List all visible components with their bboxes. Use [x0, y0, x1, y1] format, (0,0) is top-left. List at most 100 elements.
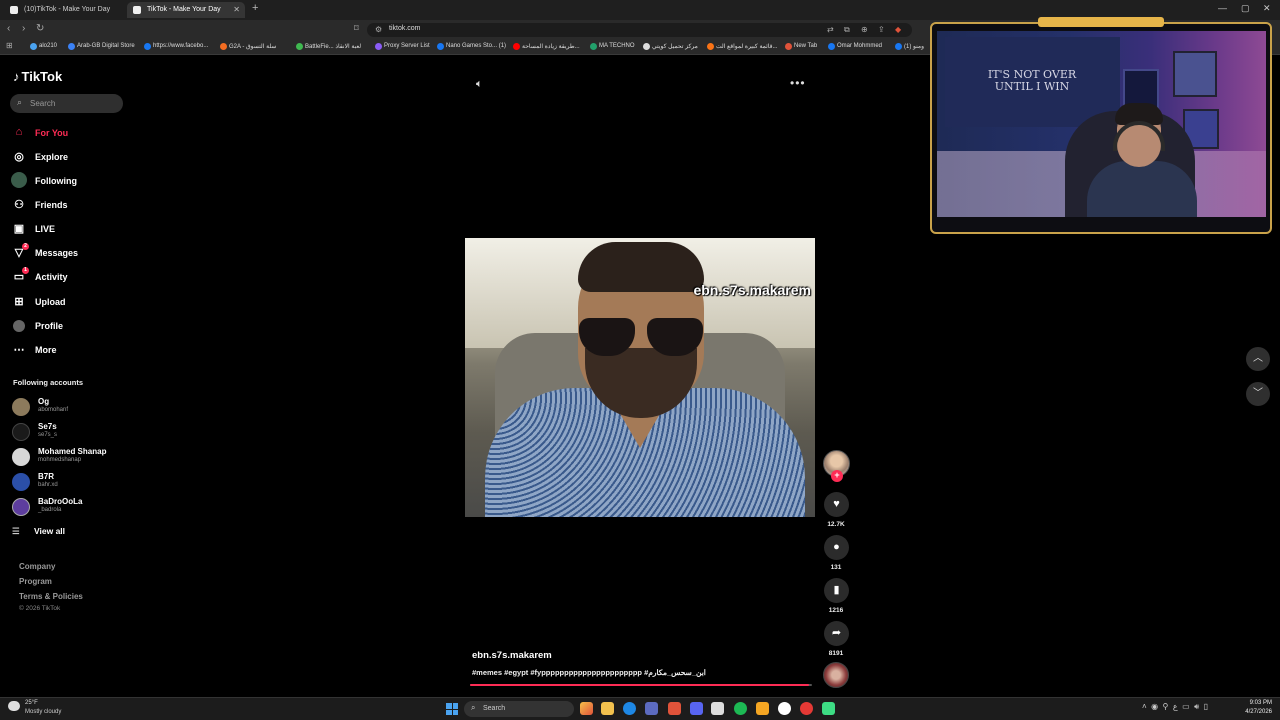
- share-icon[interactable]: ⇪: [878, 25, 885, 34]
- app-icon[interactable]: [800, 702, 813, 715]
- bookmark-item[interactable]: طريقة زيادة المساحة...: [513, 43, 580, 50]
- brave-icon: [785, 43, 792, 50]
- search-placeholder: Search: [30, 99, 56, 108]
- nav-for-you[interactable]: ⌂ For You: [12, 124, 122, 142]
- volume-icon[interactable]: 🔈︎: [476, 78, 483, 91]
- store-icon[interactable]: [645, 702, 658, 715]
- clock-date[interactable]: 4/27/2026: [1236, 709, 1272, 715]
- file-explorer-icon[interactable]: [601, 702, 614, 715]
- bookmark-item[interactable]: G2A - سلة التسوق: [220, 43, 276, 50]
- spotify-icon[interactable]: [734, 702, 747, 715]
- bookmark-item[interactable]: Proxy Server List: [375, 43, 430, 50]
- search-input[interactable]: ⌕ Search: [10, 94, 123, 113]
- facebook-icon: [895, 43, 902, 50]
- clock-time[interactable]: 9:03 PM: [1236, 700, 1272, 706]
- address-bar[interactable]: ⚙ tiktok.com ⇄ ⧉ ⊕ ⇪ ◆: [367, 23, 912, 37]
- reload-icon[interactable]: ↻: [36, 23, 44, 34]
- open-in-app-icon[interactable]: ⧉: [844, 25, 850, 35]
- edge-icon[interactable]: [623, 702, 636, 715]
- zoom-icon[interactable]: ⊕: [861, 25, 868, 34]
- avatar: [12, 473, 30, 491]
- bookmark-item[interactable]: Nano Games Sto... (1): [437, 43, 506, 50]
- nav-explore[interactable]: ◎ Explore: [12, 148, 122, 166]
- like-count: 12.7K: [827, 521, 845, 528]
- nav-activity[interactable]: ▭ 1 Activity: [12, 267, 122, 286]
- nav-more[interactable]: ⋯ More: [12, 341, 122, 359]
- more-options-icon[interactable]: •••: [790, 76, 806, 90]
- comment-button[interactable]: ●: [824, 535, 849, 560]
- footer-link-program[interactable]: Program: [19, 577, 52, 586]
- save-button[interactable]: ▮: [824, 578, 849, 603]
- next-video-button[interactable]: ﹀: [1246, 382, 1270, 406]
- system-tray[interactable]: ˄ ◉ ⚲ ع ▭ 🔊︎ ▯: [1142, 702, 1208, 712]
- following-account[interactable]: B7R bahr.xd: [12, 471, 132, 493]
- close-window-icon[interactable]: ✕: [1263, 3, 1271, 14]
- minimize-icon[interactable]: —: [1218, 3, 1227, 13]
- maximize-icon[interactable]: ▢: [1241, 3, 1250, 14]
- bookmark-item[interactable]: https://www.facebo...: [144, 43, 208, 50]
- windows-taskbar: 25°F Mostly cloudy ⌕ Search ˄ ◉ ⚲ ع ▭ 🔊︎…: [0, 697, 1280, 720]
- bookmark-item[interactable]: قائمة كبيرة لمواقع الت...: [707, 43, 778, 50]
- nav-messages[interactable]: ▽ 2 Messages: [12, 243, 122, 262]
- site-info-icon[interactable]: ⚙: [375, 25, 382, 34]
- cloud-icon[interactable]: [8, 701, 20, 711]
- video-progress-bar[interactable]: [470, 684, 812, 686]
- close-tab-icon[interactable]: ✕: [233, 2, 240, 18]
- previous-video-button[interactable]: ︿: [1246, 347, 1270, 371]
- bookmark-item[interactable]: MA TECHNO: [590, 43, 635, 50]
- comment-icon: ●: [833, 541, 840, 553]
- app-icon[interactable]: [778, 702, 791, 715]
- new-tab-icon[interactable]: +: [252, 2, 258, 14]
- bookmark-item[interactable]: BattleFie... لعبة الانقاذ: [296, 43, 361, 50]
- bookmark-item[interactable]: Arab-GB Digital Store: [68, 43, 135, 50]
- nav-profile[interactable]: Profile: [12, 317, 122, 335]
- bookmark-icon[interactable]: ⌑: [354, 23, 359, 34]
- browser-tab-active[interactable]: TikTok - Make Your Day ✕: [127, 2, 245, 18]
- follow-plus-icon[interactable]: +: [831, 470, 843, 482]
- forward-icon[interactable]: ›: [22, 23, 25, 34]
- heart-icon: ♥: [833, 498, 840, 510]
- app-icon[interactable]: [756, 702, 769, 715]
- translate-icon[interactable]: ⇄: [827, 25, 834, 34]
- back-icon[interactable]: ‹: [7, 23, 10, 34]
- bookmark-item[interactable]: alo210: [30, 43, 57, 50]
- nav-upload[interactable]: ⊞ Upload: [12, 293, 122, 311]
- live-icon: ▣: [13, 223, 25, 235]
- app-icon[interactable]: [822, 702, 835, 715]
- music-disc-icon[interactable]: [823, 662, 849, 688]
- footer-link-terms[interactable]: Terms & Policies: [19, 592, 83, 601]
- video-player[interactable]: ebn.s7s.makarem: [465, 238, 815, 517]
- following-account[interactable]: BaDroOoLa _badrola: [12, 496, 132, 518]
- brave-shield-icon[interactable]: ◆: [895, 25, 901, 34]
- bookmark-favicon-icon: [296, 43, 303, 50]
- bookmark-item[interactable]: New Tab: [785, 43, 817, 50]
- video-author[interactable]: ebn.s7s.makarem: [472, 650, 552, 661]
- nav-live[interactable]: ▣ LIVE: [12, 220, 122, 238]
- bookmark-item[interactable]: Omar Mohmmed: [828, 43, 882, 50]
- nav-friends[interactable]: ⚇ Friends: [12, 196, 122, 214]
- bookmark-item[interactable]: مركز تحميل كويتي: [643, 43, 698, 50]
- following-account[interactable]: Og abomohanf: [12, 396, 132, 418]
- discord-icon[interactable]: [690, 702, 703, 715]
- video-watermark: ebn.s7s.makarem: [693, 282, 811, 298]
- bookmark-item[interactable]: (1) ومنو: [895, 43, 924, 50]
- weather-temperature[interactable]: 25°F: [25, 700, 38, 706]
- share-button[interactable]: ➦: [824, 621, 849, 646]
- widgets-app-icon[interactable]: [580, 702, 593, 715]
- weather-description[interactable]: Mostly cloudy: [25, 709, 61, 715]
- nav-following[interactable]: Following: [11, 172, 122, 190]
- following-account[interactable]: Mohamed Shanap mohmedshanap: [12, 446, 132, 468]
- taskbar-search[interactable]: ⌕ Search: [464, 701, 574, 717]
- like-button[interactable]: ♥: [824, 492, 849, 517]
- search-icon: ⌕: [17, 97, 23, 107]
- tiktok-logo[interactable]: ♪ TikTok: [13, 69, 62, 84]
- view-all-link[interactable]: ☰ View all: [12, 526, 65, 537]
- brave-icon[interactable]: [668, 702, 681, 715]
- start-button[interactable]: [446, 703, 458, 715]
- footer-link-company[interactable]: Company: [19, 562, 55, 571]
- notepad-icon[interactable]: [711, 702, 724, 715]
- apps-icon[interactable]: ⊞: [6, 41, 13, 50]
- video-caption[interactable]: #memes #egypt #fypppppppppppppppppppppp …: [472, 668, 706, 677]
- following-account[interactable]: Se7s se7s_s: [12, 421, 132, 443]
- browser-tab[interactable]: (10)TikTok - Make Your Day: [4, 2, 124, 18]
